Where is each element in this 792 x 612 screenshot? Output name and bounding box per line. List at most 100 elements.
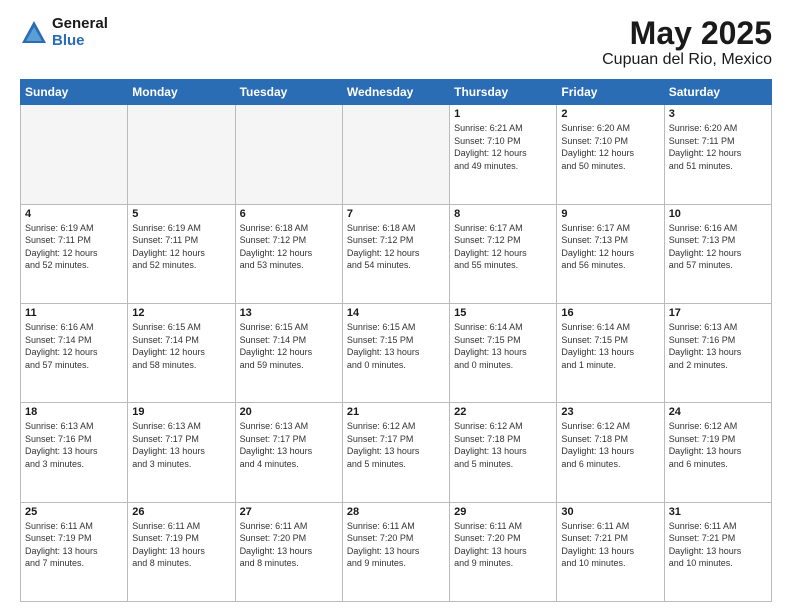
header: General Blue May 2025 Cupuan del Rio, Me… [20,16,772,69]
day-number: 10 [669,208,767,220]
day-number: 15 [454,307,552,319]
day-info: Sunrise: 6:13 AM Sunset: 7:17 PM Dayligh… [132,420,230,470]
calendar-cell-w5-d3: 27 Sunrise: 6:11 AM Sunset: 7:20 PM Dayli… [235,502,342,601]
day-info: Sunrise: 6:16 AM Sunset: 7:13 PM Dayligh… [669,222,767,272]
day-number: 5 [132,208,230,220]
day-info: Sunrise: 6:15 AM Sunset: 7:15 PM Dayligh… [347,321,445,371]
day-info: Sunrise: 6:13 AM Sunset: 7:16 PM Dayligh… [25,420,123,470]
day-number: 19 [132,406,230,418]
logo-general: General [52,16,108,33]
day-info: Sunrise: 6:18 AM Sunset: 7:12 PM Dayligh… [240,222,338,272]
day-number: 9 [561,208,659,220]
day-number: 21 [347,406,445,418]
calendar-table: Sunday Monday Tuesday Wednesday Thursday… [20,79,772,602]
day-number: 8 [454,208,552,220]
week-row-2: 4 Sunrise: 6:19 AM Sunset: 7:11 PM Daylig… [21,204,772,303]
day-number: 26 [132,506,230,518]
day-number: 31 [669,506,767,518]
day-info: Sunrise: 6:11 AM Sunset: 7:20 PM Dayligh… [347,520,445,570]
day-info: Sunrise: 6:11 AM Sunset: 7:19 PM Dayligh… [132,520,230,570]
day-number: 6 [240,208,338,220]
day-info: Sunrise: 6:14 AM Sunset: 7:15 PM Dayligh… [561,321,659,371]
calendar-cell-w4-d1: 18Sunrise: 6:13 AM Sunset: 7:16 PM Dayli… [21,403,128,502]
day-number: 3 [669,108,767,120]
calendar-cell-w4-d4: 21 Sunrise: 6:12 AM Sunset: 7:17 PM Dayli… [342,403,449,502]
header-monday: Monday [128,80,235,105]
page: General Blue May 2025 Cupuan del Rio, Me… [0,0,792,612]
day-number: 24 [669,406,767,418]
week-row-1: 1 Sunrise: 6:21 AM Sunset: 7:10 PM Daylig… [21,105,772,204]
header-friday: Friday [557,80,664,105]
calendar-cell-w5-d2: 26 Sunrise: 6:11 AM Sunset: 7:19 PM Dayli… [128,502,235,601]
day-number: 11 [25,307,123,319]
day-info: Sunrise: 6:15 AM Sunset: 7:14 PM Dayligh… [132,321,230,371]
day-info: Sunrise: 6:12 AM Sunset: 7:18 PM Dayligh… [561,420,659,470]
day-number: 29 [454,506,552,518]
calendar-cell-w3-d6: 16 Sunrise: 6:14 AM Sunset: 7:15 PM Dayli… [557,303,664,402]
day-info: Sunrise: 6:12 AM Sunset: 7:17 PM Dayligh… [347,420,445,470]
calendar-cell-w2-d5: 8 Sunrise: 6:17 AM Sunset: 7:12 PM Daylig… [450,204,557,303]
calendar-cell-w4-d2: 19 Sunrise: 6:13 AM Sunset: 7:17 PM Dayli… [128,403,235,502]
header-wednesday: Wednesday [342,80,449,105]
logo: General Blue [20,16,108,49]
day-info: Sunrise: 6:19 AM Sunset: 7:11 PM Dayligh… [25,222,123,272]
calendar-cell-w3-d2: 12 Sunrise: 6:15 AM Sunset: 7:14 PM Dayli… [128,303,235,402]
day-info: Sunrise: 6:12 AM Sunset: 7:19 PM Dayligh… [669,420,767,470]
logo-text: General Blue [52,16,108,49]
day-number: 22 [454,406,552,418]
calendar-cell-w4-d6: 23Sunrise: 6:12 AM Sunset: 7:18 PM Dayli… [557,403,664,502]
day-info: Sunrise: 6:19 AM Sunset: 7:11 PM Dayligh… [132,222,230,272]
day-info: Sunrise: 6:12 AM Sunset: 7:18 PM Dayligh… [454,420,552,470]
day-info: Sunrise: 6:11 AM Sunset: 7:19 PM Dayligh… [25,520,123,570]
calendar-cell-w3-d5: 15 Sunrise: 6:14 AM Sunset: 7:15 PM Dayli… [450,303,557,402]
calendar-cell-w3-d7: 17 Sunrise: 6:13 AM Sunset: 7:16 PM Dayli… [664,303,771,402]
day-number: 2 [561,108,659,120]
week-row-5: 25 Sunrise: 6:11 AM Sunset: 7:19 PM Dayli… [21,502,772,601]
day-info: Sunrise: 6:14 AM Sunset: 7:15 PM Dayligh… [454,321,552,371]
day-info: Sunrise: 6:13 AM Sunset: 7:16 PM Dayligh… [669,321,767,371]
day-number: 27 [240,506,338,518]
day-number: 12 [132,307,230,319]
day-number: 20 [240,406,338,418]
calendar-cell-w5-d7: 31Sunrise: 6:11 AM Sunset: 7:21 PM Dayli… [664,502,771,601]
day-info: Sunrise: 6:15 AM Sunset: 7:14 PM Dayligh… [240,321,338,371]
day-number: 4 [25,208,123,220]
calendar-cell-w3-d3: 13 Sunrise: 6:15 AM Sunset: 7:14 PM Dayli… [235,303,342,402]
calendar-subtitle: Cupuan del Rio, Mexico [602,51,772,69]
calendar-cell-w1-d1 [21,105,128,204]
calendar-cell-w4-d7: 24 Sunrise: 6:12 AM Sunset: 7:19 PM Dayli… [664,403,771,502]
logo-icon [20,19,48,47]
calendar-cell-w3-d1: 11Sunrise: 6:16 AM Sunset: 7:14 PM Dayli… [21,303,128,402]
day-info: Sunrise: 6:11 AM Sunset: 7:21 PM Dayligh… [561,520,659,570]
day-number: 17 [669,307,767,319]
calendar-cell-w2-d3: 6 Sunrise: 6:18 AM Sunset: 7:12 PM Daylig… [235,204,342,303]
day-info: Sunrise: 6:11 AM Sunset: 7:20 PM Dayligh… [240,520,338,570]
calendar-cell-w5-d4: 28Sunrise: 6:11 AM Sunset: 7:20 PM Dayli… [342,502,449,601]
header-sunday: Sunday [21,80,128,105]
calendar-cell-w5-d5: 29 Sunrise: 6:11 AM Sunset: 7:20 PM Dayli… [450,502,557,601]
calendar-cell-w5-d6: 30 Sunrise: 6:11 AM Sunset: 7:21 PM Dayli… [557,502,664,601]
day-number: 1 [454,108,552,120]
logo-blue: Blue [52,33,108,50]
week-row-3: 11Sunrise: 6:16 AM Sunset: 7:14 PM Dayli… [21,303,772,402]
calendar-cell-w2-d2: 5 Sunrise: 6:19 AM Sunset: 7:11 PM Daylig… [128,204,235,303]
weekday-header-row: Sunday Monday Tuesday Wednesday Thursday… [21,80,772,105]
day-number: 13 [240,307,338,319]
day-info: Sunrise: 6:21 AM Sunset: 7:10 PM Dayligh… [454,122,552,172]
day-number: 30 [561,506,659,518]
day-number: 16 [561,307,659,319]
day-info: Sunrise: 6:18 AM Sunset: 7:12 PM Dayligh… [347,222,445,272]
title-block: May 2025 Cupuan del Rio, Mexico [602,16,772,69]
day-info: Sunrise: 6:20 AM Sunset: 7:10 PM Dayligh… [561,122,659,172]
header-saturday: Saturday [664,80,771,105]
calendar-cell-w2-d4: 7 Sunrise: 6:18 AM Sunset: 7:12 PM Daylig… [342,204,449,303]
day-info: Sunrise: 6:17 AM Sunset: 7:12 PM Dayligh… [454,222,552,272]
day-number: 7 [347,208,445,220]
calendar-cell-w1-d2 [128,105,235,204]
day-info: Sunrise: 6:11 AM Sunset: 7:20 PM Dayligh… [454,520,552,570]
calendar-cell-w1-d6: 2 Sunrise: 6:20 AM Sunset: 7:10 PM Daylig… [557,105,664,204]
day-number: 25 [25,506,123,518]
day-info: Sunrise: 6:13 AM Sunset: 7:17 PM Dayligh… [240,420,338,470]
calendar-cell-w1-d7: 3Sunrise: 6:20 AM Sunset: 7:11 PM Daylig… [664,105,771,204]
header-tuesday: Tuesday [235,80,342,105]
